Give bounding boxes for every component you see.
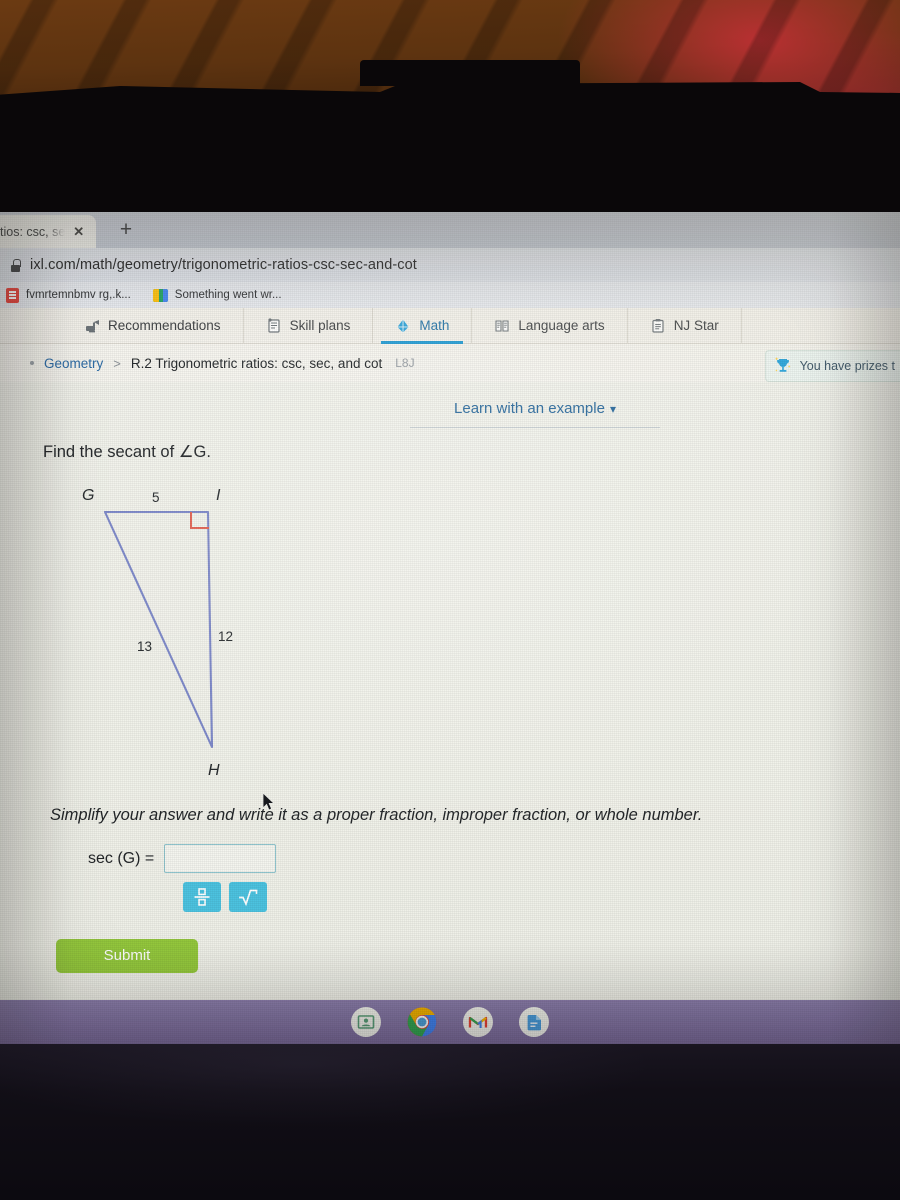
vertex-label-I: I [216, 487, 221, 504]
triangle-svg [103, 510, 214, 749]
photo-scene: tios: csc, se ✕ + ixl.com/math/geometry/… [0, 0, 900, 1200]
breadcrumb-skill: R.2 Trigonometric ratios: csc, sec, and … [130, 355, 383, 371]
language-arts-icon [495, 319, 509, 332]
breadcrumb-separator: > [113, 355, 121, 371]
browser-tab[interactable]: tios: csc, se ✕ [0, 215, 96, 248]
trophy-icon [774, 357, 791, 372]
math-keypad [183, 882, 267, 912]
nav-item-nj-standards[interactable]: NJ Star [628, 308, 742, 343]
vertex-label-G: G [82, 487, 95, 504]
laptop-lid-notch [360, 60, 580, 86]
radical-icon [239, 889, 258, 907]
bookmark-item[interactable]: Something went wr... [152, 288, 282, 302]
side-label-GI: 5 [152, 490, 160, 505]
chromeos-shelf [0, 1000, 900, 1044]
close-icon[interactable]: ✕ [73, 225, 84, 238]
side-label-IH: 12 [218, 629, 234, 644]
nav-label: Language arts [518, 318, 605, 333]
chevron-down-icon: ▾ [609, 402, 616, 416]
new-tab-button[interactable]: + [112, 218, 140, 244]
tab-title: tios: csc, se [0, 224, 66, 239]
answer-label: sec (G) = [88, 849, 155, 867]
google-drive-shelf-icon[interactable] [519, 1007, 549, 1037]
breadcrumb-bullet [30, 361, 34, 365]
bookmark-label: fvmrtemnbmv rg,.k... [26, 289, 131, 301]
google-classroom-shelf-icon[interactable] [351, 1007, 381, 1037]
lock-icon [10, 258, 21, 272]
learn-with-example-label: Learn with an example [454, 400, 605, 417]
bookmark-label: Something went wr... [174, 289, 282, 301]
browser-tab-strip: tios: csc, se ✕ + [0, 212, 900, 248]
vertex-label-H: H [208, 762, 220, 779]
nav-label: Recommendations [108, 318, 221, 333]
standards-icon [652, 318, 664, 333]
triangle-figure: G I H 5 12 13 [60, 477, 310, 797]
ixl-subject-nav: Recommendations Skill plans Math Languag… [0, 308, 900, 344]
nav-item-skill-plans[interactable]: Skill plans [244, 308, 374, 343]
prizes-text: You have prizes t [799, 359, 895, 373]
question-prompt: Find the secant of ∠G. [43, 443, 211, 461]
prizes-banner[interactable]: You have prizes t [764, 350, 900, 382]
nav-label: Math [419, 318, 450, 333]
question-sheet: Learn with an example ▾ Find the secant o… [0, 382, 900, 1022]
answer-row: sec (G) = [88, 844, 277, 873]
skill-plans-icon [267, 317, 280, 333]
nav-item-language-arts[interactable]: Language arts [472, 308, 628, 343]
bookmarks-bar: fvmrtemnbmv rg,.k... Something went wr..… [0, 282, 900, 308]
omnibox[interactable]: ixl.com/math/geometry/trigonometric-rati… [0, 248, 900, 282]
url-text: ixl.com/math/geometry/trigonometric-rati… [30, 257, 417, 273]
answer-instruction: Simplify your answer and write it as a p… [50, 806, 703, 824]
red-doc-icon [6, 287, 19, 303]
fraction-icon [194, 888, 210, 906]
breadcrumb: Geometry > R.2 Trigonometric ratios: csc… [0, 344, 900, 382]
nav-label: Skill plans [289, 318, 351, 333]
nav-item-recommendations[interactable]: Recommendations [62, 308, 244, 343]
math-icon [397, 319, 409, 332]
bookmark-item[interactable]: fvmrtemnbmv rg,.k... [6, 287, 131, 303]
chrome-shelf-icon[interactable] [407, 1007, 437, 1037]
answer-input[interactable] [164, 844, 277, 873]
fraction-key[interactable] [183, 882, 221, 912]
gmail-shelf-icon[interactable] [463, 1007, 493, 1037]
breadcrumb-subject[interactable]: Geometry [44, 356, 103, 371]
google-classroom-icon [152, 288, 168, 302]
side-label-GH: 13 [137, 639, 153, 654]
learn-with-example[interactable]: Learn with an example ▾ [410, 400, 660, 428]
recommendations-icon [86, 319, 99, 332]
laptop-base [0, 1044, 900, 1200]
nav-item-math[interactable]: Math [373, 308, 473, 344]
nav-label: NJ Star [673, 318, 719, 333]
breadcrumb-skill-code: L8J [395, 356, 415, 370]
radical-key[interactable] [229, 882, 267, 912]
laptop-screen: tios: csc, se ✕ + ixl.com/math/geometry/… [0, 212, 900, 1044]
submit-button[interactable]: Submit [56, 939, 198, 973]
